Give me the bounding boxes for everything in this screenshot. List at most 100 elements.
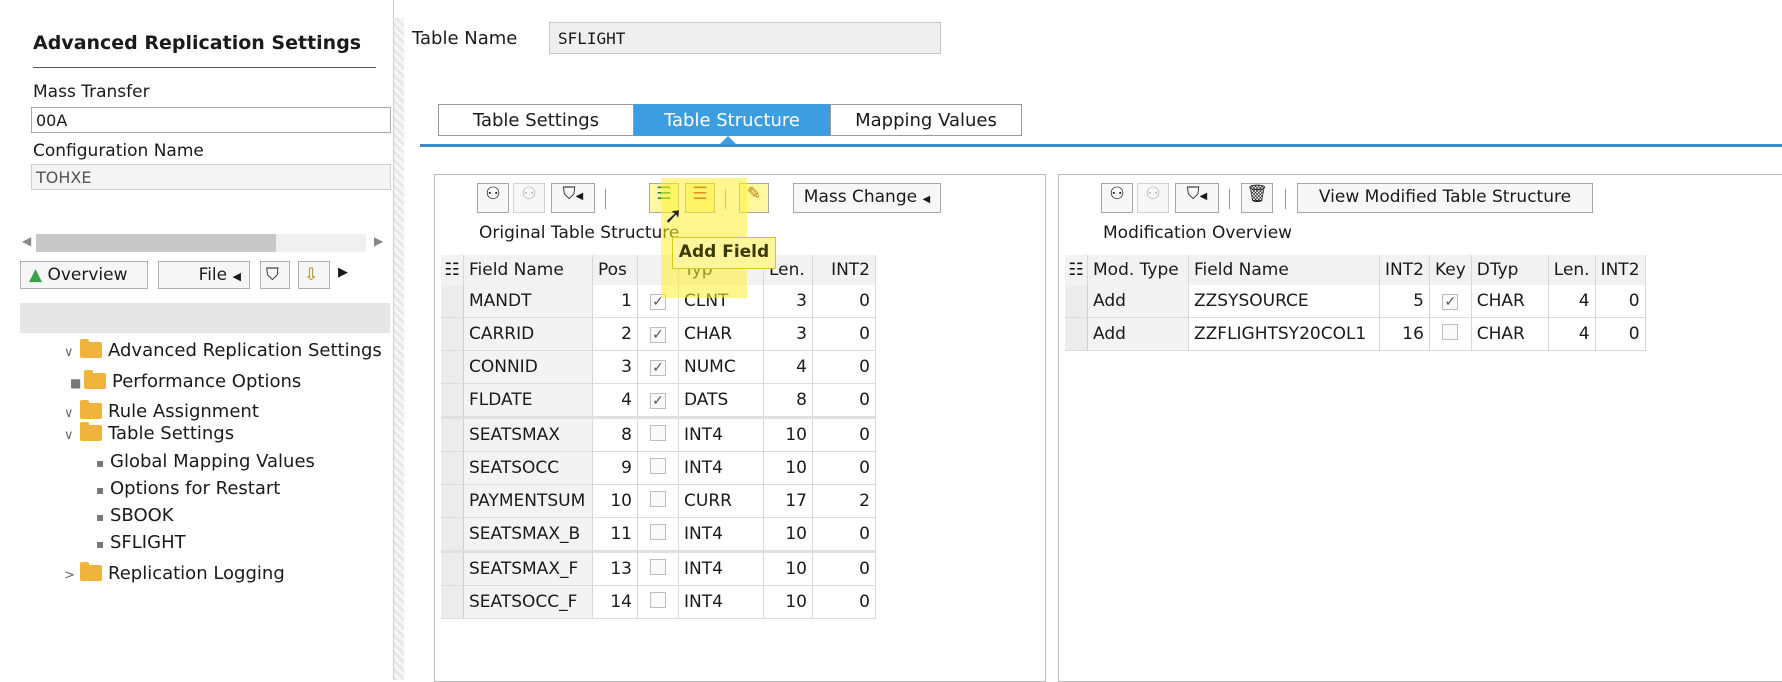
table-row[interactable]: CONNID 3 ✓ NUMC 4 0	[441, 350, 876, 384]
checkmark-icon: ✓	[1442, 294, 1459, 310]
triangle-down-icon: ◀	[232, 270, 241, 283]
mass-change-button[interactable]: Mass Change ◀	[793, 183, 941, 213]
table-row[interactable]: SEATSMAX_B 11 INT4 10 0	[441, 517, 876, 552]
table-row[interactable]: SEATSMAX_F 13 INT4 10 0	[441, 550, 876, 586]
config-name-label: Configuration Name	[33, 141, 204, 161]
view-modified-structure-button[interactable]: View Modified Table Structure	[1297, 183, 1593, 213]
folder-icon	[84, 370, 106, 389]
position-cell: 1	[592, 285, 638, 318]
chevron-right-icon[interactable]: >	[64, 568, 80, 583]
find-button[interactable]: ⚇	[477, 183, 509, 213]
tab-mapping-values[interactable]: Mapping Values	[830, 104, 1022, 136]
field-name-cell: SEATSMAX_B	[463, 517, 593, 552]
type-cell: INT4	[678, 451, 764, 485]
panel-splitter[interactable]	[393, 18, 404, 680]
empty-checkbox-icon	[650, 558, 666, 575]
key-checkbox	[637, 484, 679, 518]
field-name-cell: CONNID	[463, 350, 593, 384]
field-name-cell: FLDATE	[463, 383, 593, 418]
binoculars-icon: ⚇	[1109, 184, 1125, 204]
field-name-cell: MANDT	[463, 285, 593, 318]
position-cell: 2	[592, 317, 638, 351]
more-arrow-icon[interactable]: ▶	[338, 265, 348, 280]
tree-node-sflight[interactable]: ▪ SFLIGHT	[96, 532, 186, 553]
mod-type-cell: Add	[1087, 285, 1189, 318]
filter-button[interactable]: ⛉	[260, 261, 290, 289]
length-cell: 10	[763, 517, 813, 552]
tree-node-performance[interactable]: ■ Performance Options	[70, 370, 301, 392]
modification-panel: ⚇ ⚇ ⛉◀ 🗑 View Modified Table Structure M…	[1058, 174, 1782, 682]
field-name-cell: SEATSOCC	[463, 451, 593, 485]
triangle-icon: ◀	[922, 194, 931, 205]
table-row[interactable]: CARRID 2 ✓ CHAR 3 0	[441, 317, 876, 351]
field-name-cell: PAYMENTSUM	[463, 484, 593, 518]
folder-icon	[80, 339, 102, 358]
tab-table-settings[interactable]: Table Settings	[438, 104, 634, 136]
scroll-right-icon[interactable]: ▶	[374, 234, 383, 248]
field-name-cell: CARRID	[463, 317, 593, 351]
export-button[interactable]: ⇩	[298, 261, 330, 289]
tree-node-replication-logging[interactable]: > Replication Logging	[64, 562, 285, 584]
table-row[interactable]: FLDATE 4 ✓ DATS 8 0	[441, 383, 876, 418]
tab-table-structure[interactable]: Table Structure	[634, 104, 830, 136]
table-row[interactable]: Add ZZSYSOURCE 5 ✓ CHAR 4 0	[1065, 285, 1646, 318]
table-row[interactable]: SEATSMAX 8 INT4 10 0	[441, 416, 876, 452]
column-settings-icon[interactable]: ☷	[1065, 255, 1088, 285]
tree-node-global-mapping[interactable]: ▪ Global Mapping Values	[96, 451, 315, 472]
original-title: Original Table Structure	[479, 223, 680, 243]
type-cell: DATS	[678, 383, 764, 418]
chevron-down-icon[interactable]: ∨	[64, 345, 80, 360]
key-checkbox	[1429, 317, 1472, 351]
tree-node-rule-assignment[interactable]: ∨ Rule Assignment	[64, 400, 259, 422]
filter-menu-button[interactable]: ⛉◀	[1175, 183, 1219, 213]
table-row[interactable]: MANDT 1 ✓ CLNT 3 0	[441, 285, 876, 318]
table-row[interactable]: SEATSOCC_F 14 INT4 10 0	[441, 585, 876, 619]
table-row[interactable]: Add ZZFLIGHTSY20COL1 16 CHAR 4 0	[1065, 317, 1646, 351]
table-row[interactable]: PAYMENTSUM 10 CURR 17 2	[441, 484, 876, 518]
pencil-icon: ✎	[746, 184, 762, 204]
type-cell: INT4	[678, 585, 764, 619]
filter-icon: ⛉	[266, 265, 279, 285]
chevron-down-icon[interactable]: ∨	[64, 428, 80, 443]
filter-icon: ⛉	[562, 184, 576, 204]
overview-button[interactable]: ▲ Overview	[20, 261, 148, 289]
type-cell: CURR	[678, 484, 764, 518]
binoculars-plus-icon: ⚇	[521, 184, 537, 204]
position-cell: 10	[592, 484, 638, 518]
field-name-cell: SEATSMAX_F	[463, 550, 593, 586]
find-button[interactable]: ⚇	[1101, 183, 1133, 213]
position-cell: 14	[592, 585, 638, 619]
panel-title: Advanced Replication Settings	[33, 32, 362, 54]
scroll-thumb[interactable]	[36, 234, 276, 252]
chevron-down-icon[interactable]: ∨	[64, 406, 80, 421]
checkmark-icon: ✓	[650, 327, 666, 343]
tree-node-table-settings[interactable]: ∨ Table Settings	[64, 422, 234, 444]
file-menu-button[interactable]: File ◀	[158, 261, 250, 289]
field-name-cell: ZZFLIGHTSY20COL1	[1188, 317, 1380, 351]
horizontal-scrollbar[interactable]: ◀ ▶	[20, 232, 390, 254]
column-settings-icon[interactable]: ☷	[441, 255, 464, 285]
position-cell: 8	[592, 416, 638, 452]
tree-node-options-restart[interactable]: ▪ Options for Restart	[96, 478, 280, 499]
trash-icon: 🗑	[1246, 184, 1268, 204]
tree-node-root[interactable]: ∨ Advanced Replication Settings	[64, 339, 382, 361]
delete-button[interactable]: 🗑	[1241, 183, 1273, 213]
int2-cell: 0	[1595, 317, 1646, 351]
position-cell: 4	[592, 383, 638, 418]
type-cell: CHAR	[678, 317, 764, 351]
empty-checkbox-icon	[650, 490, 666, 507]
add-field-tooltip: Add Field	[672, 237, 776, 269]
int2-cell: 0	[812, 451, 876, 485]
length-cell: 4	[1548, 285, 1596, 318]
scroll-left-icon[interactable]: ◀	[22, 234, 31, 248]
tree-node-sbook[interactable]: ▪ SBOOK	[96, 505, 174, 526]
table-row[interactable]: SEATSOCC 9 INT4 10 0	[441, 451, 876, 485]
int2-cell: 0	[812, 550, 876, 586]
mass-transfer-field[interactable]: 00A	[31, 107, 391, 133]
filter-menu-button[interactable]: ⛉◀	[551, 183, 595, 213]
int2-cell: 0	[812, 517, 876, 552]
position-cell: 13	[592, 550, 638, 586]
position-cell: 9	[592, 451, 638, 485]
empty-checkbox-icon	[1442, 323, 1459, 340]
int2-cell: 16	[1379, 317, 1430, 351]
